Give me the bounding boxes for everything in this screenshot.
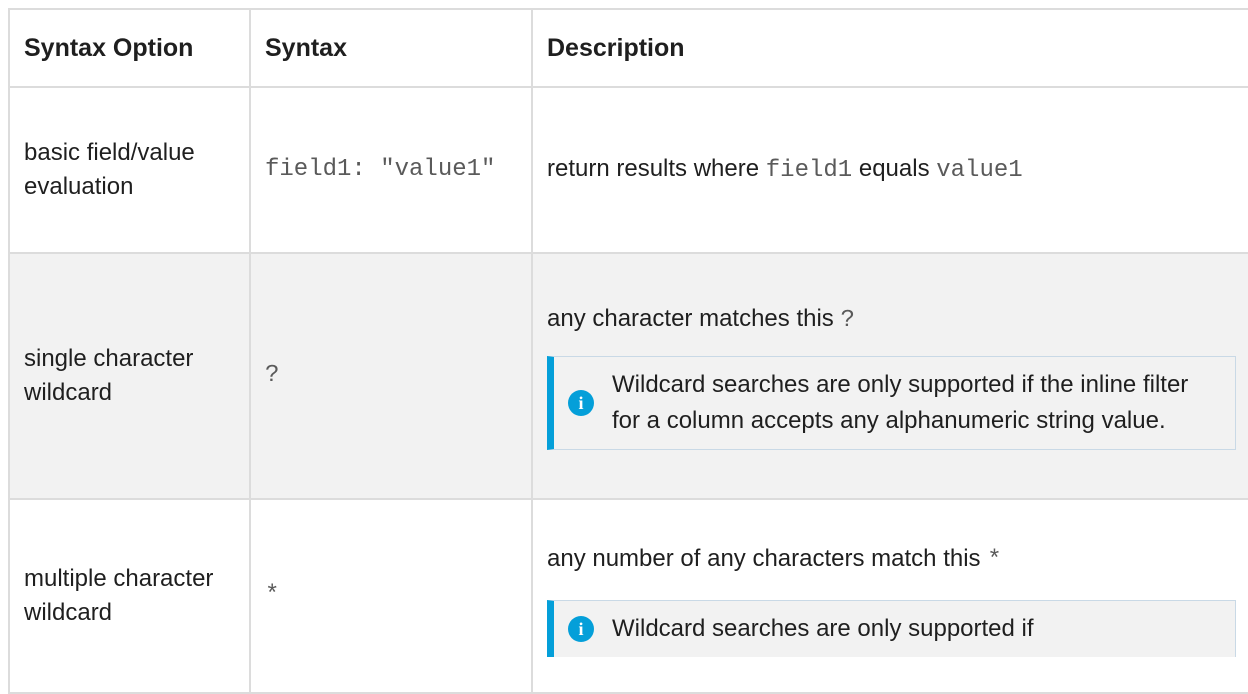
description-code: * — [987, 547, 1002, 574]
table-row: single character wildcard ? any characte… — [8, 252, 1248, 500]
description-line: any number of any characters match this … — [547, 542, 1234, 578]
info-icon: i — [568, 616, 594, 642]
description-line: any character matches this ? — [547, 302, 1234, 338]
row-option: single character wildcard — [8, 252, 251, 500]
info-note: i Wildcard searches are only supported i… — [547, 356, 1236, 450]
row-option: multiple character wildcard — [8, 498, 251, 694]
info-icon: i — [568, 390, 594, 416]
row-description: any number of any characters match this … — [531, 498, 1248, 694]
description-text: any character matches this — [547, 305, 841, 332]
note-text: Wildcard searches are only supported if — [612, 615, 1034, 642]
description-text: return results where — [547, 155, 766, 182]
description-code: field1 — [765, 157, 853, 184]
row-syntax: field1: "value1" — [249, 86, 533, 254]
description-code: ? — [840, 307, 855, 334]
row-option: basic field/value evaluation — [8, 86, 251, 254]
description-code: value1 — [936, 157, 1023, 184]
syntax-table: Syntax Option Syntax Description basic f… — [8, 8, 1248, 694]
syntax-table-container: Syntax Option Syntax Description basic f… — [8, 8, 1248, 694]
table-header-row: Syntax Option Syntax Description — [8, 8, 1248, 88]
table-row: basic field/value evaluation field1: "va… — [8, 86, 1248, 254]
row-description: return results where field1 equals value… — [531, 86, 1248, 254]
header-syntax-option: Syntax Option — [8, 8, 251, 88]
table-row: multiple character wildcard * any number… — [8, 498, 1248, 694]
info-note: i Wildcard searches are only supported i… — [547, 600, 1236, 657]
note-text: Wildcard searches are only supported if … — [612, 371, 1189, 434]
row-syntax: * — [249, 498, 533, 694]
header-description: Description — [531, 8, 1248, 88]
description-text: equals — [852, 155, 937, 182]
header-syntax: Syntax — [249, 8, 533, 88]
row-description: any character matches this ? i Wildcard … — [531, 252, 1248, 500]
description-text: any number of any characters match this — [547, 545, 988, 572]
row-syntax: ? — [249, 252, 533, 500]
